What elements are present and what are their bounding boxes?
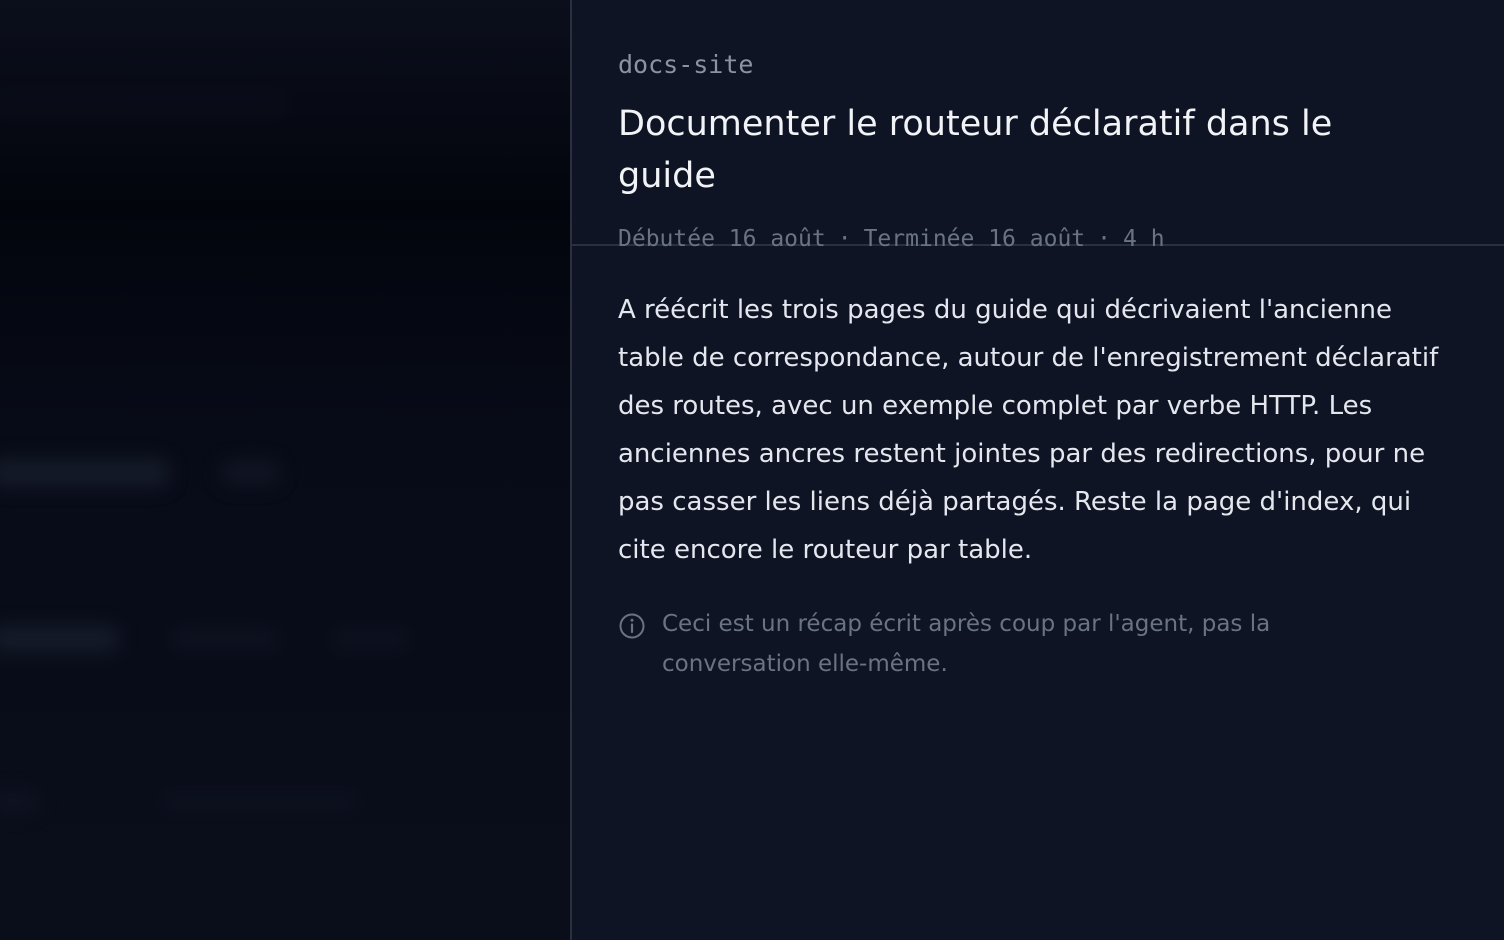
blurred-row: [0, 625, 120, 653]
task-header: docs-site Documenter le routeur déclarat…: [572, 0, 1504, 252]
task-body: A réécrit les trois pages du guide qui d…: [572, 246, 1504, 684]
blurred-row: [0, 90, 290, 120]
blurred-row: [0, 458, 170, 488]
recap-note-text: Ceci est un récap écrit après coup par l…: [662, 611, 1271, 677]
blurred-row: [160, 792, 360, 812]
task-title: Documenter le routeur déclaratif dans le…: [618, 104, 1333, 196]
blurred-background-list: [0, 0, 570, 940]
blurred-row: [330, 628, 410, 650]
blurred-row: [170, 628, 280, 650]
blurred-row: [0, 790, 40, 814]
task-detail-panel: docs-site Documenter le routeur déclarat…: [572, 0, 1504, 940]
blurred-row: [220, 460, 280, 486]
task-summary: A réécrit les trois pages du guide qui d…: [618, 295, 1439, 565]
repository-name: docs-site: [618, 50, 754, 79]
info-icon: [619, 613, 645, 639]
recap-note: Ceci est un récap écrit après coup par l…: [618, 604, 1458, 684]
app-window: docs-site Documenter le routeur déclarat…: [0, 0, 1504, 940]
